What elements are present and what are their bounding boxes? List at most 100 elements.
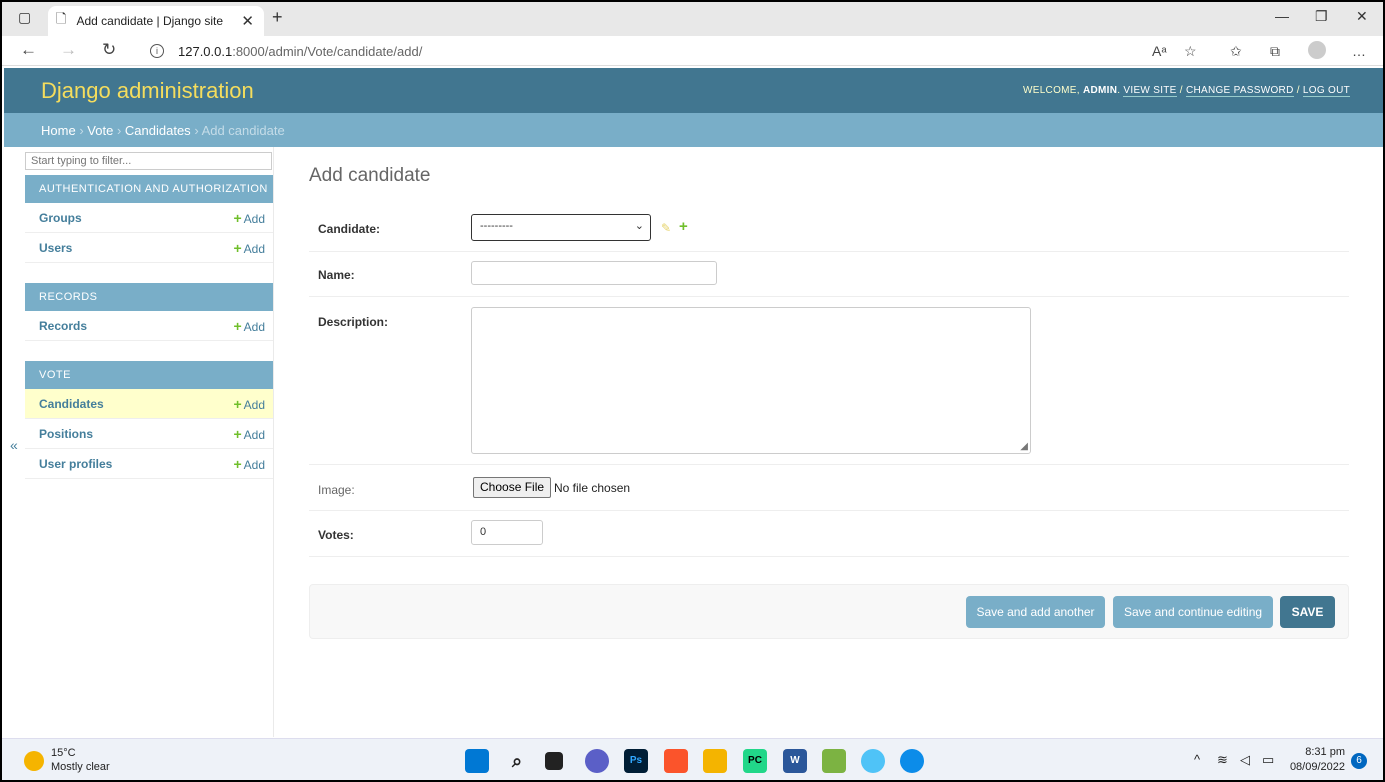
welcome-text: WELCOME, <box>1022 85 1080 96</box>
chevron-down-icon: ⌄ <box>634 220 644 232</box>
close-tab-icon[interactable]: ✕ <box>241 12 254 30</box>
add-user-profiles-link[interactable]: + Add <box>233 456 265 472</box>
tab-actions-icon[interactable]: ▢ <box>18 9 31 26</box>
back-icon[interactable]: ← <box>20 40 37 60</box>
task-view-icon[interactable] <box>545 752 563 770</box>
notification-badge[interactable]: 6 <box>1351 753 1367 769</box>
name-input[interactable] <box>471 261 717 285</box>
photoshop-icon[interactable]: Ps <box>624 749 648 773</box>
battery-icon[interactable]: ▭ <box>1262 752 1274 768</box>
forward-icon[interactable]: → <box>60 40 77 60</box>
sidebar-item-groups: Groups + Add <box>25 203 273 233</box>
description-textarea[interactable]: ◢ <box>471 307 1031 454</box>
favorites-icon[interactable]: ✩ <box>1230 43 1242 60</box>
collections-icon[interactable]: ⧉ <box>1270 43 1280 60</box>
page-icon: 🗋 <box>56 11 67 26</box>
breadcrumb-sep: › <box>116 123 122 138</box>
add-groups-link[interactable]: + Add <box>233 210 265 226</box>
add-related-icon[interactable]: + <box>679 218 688 235</box>
profile-avatar-icon[interactable] <box>1308 41 1326 59</box>
weather-condition[interactable]: Mostly clear <box>51 761 110 773</box>
sidebar-link-user-profiles[interactable]: User profiles <box>39 457 112 471</box>
favorite-star-icon[interactable]: ☆ <box>1184 43 1197 60</box>
close-window-icon[interactable]: ✕ <box>1356 8 1368 25</box>
votes-input[interactable]: 0 <box>471 520 543 545</box>
candidate-label: Candidate: <box>318 222 381 236</box>
module-caption[interactable]: VOTE <box>25 361 273 389</box>
page-title: Add candidate <box>309 165 431 186</box>
browser-globe-icon[interactable] <box>861 749 885 773</box>
sidebar-filter-input[interactable] <box>25 152 272 170</box>
word-icon[interactable]: W <box>783 749 807 773</box>
breadcrumb: Home › Vote › Candidates › Add candidate <box>4 113 1383 147</box>
plus-icon: + <box>233 395 242 412</box>
clock-date: 08/09/2022 <box>1289 761 1345 773</box>
sidebar-item-user-profiles: User profiles + Add <box>25 449 273 479</box>
pycharm-icon[interactable]: PC <box>743 749 767 773</box>
module-caption[interactable]: RECORDS <box>25 283 273 311</box>
form-row-candidate: Candidate: --------- ⌄ ✎ + <box>309 207 1349 252</box>
sidebar-link-users[interactable]: Users <box>39 241 72 255</box>
new-tab-icon[interactable]: + <box>272 7 283 28</box>
read-aloud-icon[interactable]: Aᵃ <box>1152 43 1167 59</box>
add-label: Add <box>243 457 265 472</box>
brave-icon[interactable] <box>664 749 688 773</box>
plus-icon: + <box>233 455 242 472</box>
sidebar-link-positions[interactable]: Positions <box>39 427 93 441</box>
volume-icon[interactable]: ◁ <box>1240 752 1250 768</box>
choose-file-button[interactable]: Choose File <box>473 477 552 498</box>
wifi-icon[interactable]: ≋ <box>1217 752 1228 768</box>
sidebar-toggle-icon[interactable]: « <box>10 437 18 453</box>
search-icon[interactable]: ⌕ <box>505 749 529 773</box>
breadcrumb-current: Add candidate <box>201 123 285 138</box>
module-caption[interactable]: AUTHENTICATION AND AUTHORIZATION <box>25 175 273 203</box>
start-icon[interactable] <box>465 749 489 773</box>
sidebar-item-positions: Positions + Add <box>25 419 273 449</box>
site-info-icon[interactable]: i <box>150 44 164 58</box>
add-candidates-link[interactable]: + Add <box>233 396 265 412</box>
paint-icon[interactable] <box>822 749 846 773</box>
change-password-link[interactable]: CHANGE PASSWORD <box>1185 85 1294 97</box>
separator: / <box>1179 85 1183 96</box>
clock[interactable]: 8:31 pm 08/09/2022 <box>1290 745 1345 775</box>
no-file-text: No file chosen <box>554 481 631 495</box>
minimize-icon[interactable]: — <box>1275 8 1289 24</box>
weather-moon-icon[interactable] <box>24 751 44 771</box>
breadcrumb-app[interactable]: Vote <box>87 123 113 138</box>
browser-tab[interactable]: 🗋 Add candidate | Django site adm ✕ <box>48 6 264 36</box>
log-out-link[interactable]: LOG OUT <box>1302 85 1350 97</box>
sidebar-link-records[interactable]: Records <box>39 319 87 333</box>
votes-label: Votes: <box>318 528 354 542</box>
save-button[interactable]: SAVE <box>1280 596 1335 628</box>
refresh-icon[interactable]: ↻ <box>102 40 116 60</box>
windows-taskbar: 15°C Mostly clear ⌕ Ps PC W ^ ≋ ◁ ▭ 8:31… <box>2 738 1383 780</box>
browser-tabstrip: ▢ 🗋 Add candidate | Django site adm ✕ + … <box>2 2 1383 36</box>
candidate-select[interactable]: --------- ⌄ <box>471 214 651 241</box>
save-and-add-another-button[interactable]: Save and add another <box>966 596 1105 628</box>
show-hidden-icons-icon[interactable]: ^ <box>1194 752 1200 767</box>
url-host: 127.0.0.1 <box>178 43 233 59</box>
breadcrumb-model[interactable]: Candidates <box>125 123 191 138</box>
file-explorer-icon[interactable] <box>703 749 727 773</box>
resize-grip-icon[interactable]: ◢ <box>1020 441 1028 452</box>
restore-icon[interactable]: ❐ <box>1315 8 1328 25</box>
sidebar-link-candidates[interactable]: Candidates <box>39 397 104 411</box>
edit-pencil-icon[interactable]: ✎ <box>661 221 671 235</box>
sidebar-link-groups[interactable]: Groups <box>39 211 82 225</box>
url-path: :8000/admin/Vote/candidate/add/ <box>232 43 423 59</box>
add-positions-link[interactable]: + Add <box>233 426 265 442</box>
site-branding[interactable]: Django administration <box>41 78 254 104</box>
edge-icon[interactable] <box>900 749 924 773</box>
more-menu-icon[interactable]: … <box>1352 43 1366 59</box>
breadcrumb-home[interactable]: Home <box>41 123 76 138</box>
add-label: Add <box>243 211 265 226</box>
view-site-link[interactable]: VIEW SITE <box>1123 85 1177 97</box>
weather-temperature[interactable]: 15°C <box>51 747 76 759</box>
module-auth: AUTHENTICATION AND AUTHORIZATION Groups … <box>25 175 273 263</box>
chat-icon[interactable] <box>585 749 609 773</box>
add-label: Add <box>243 397 265 412</box>
add-users-link[interactable]: + Add <box>233 240 265 256</box>
url-field[interactable]: i 127.0.0.1:8000/admin/Vote/candidate/ad… <box>142 39 1142 63</box>
add-records-link[interactable]: + Add <box>233 318 265 334</box>
save-and-continue-button[interactable]: Save and continue editing <box>1113 596 1273 628</box>
